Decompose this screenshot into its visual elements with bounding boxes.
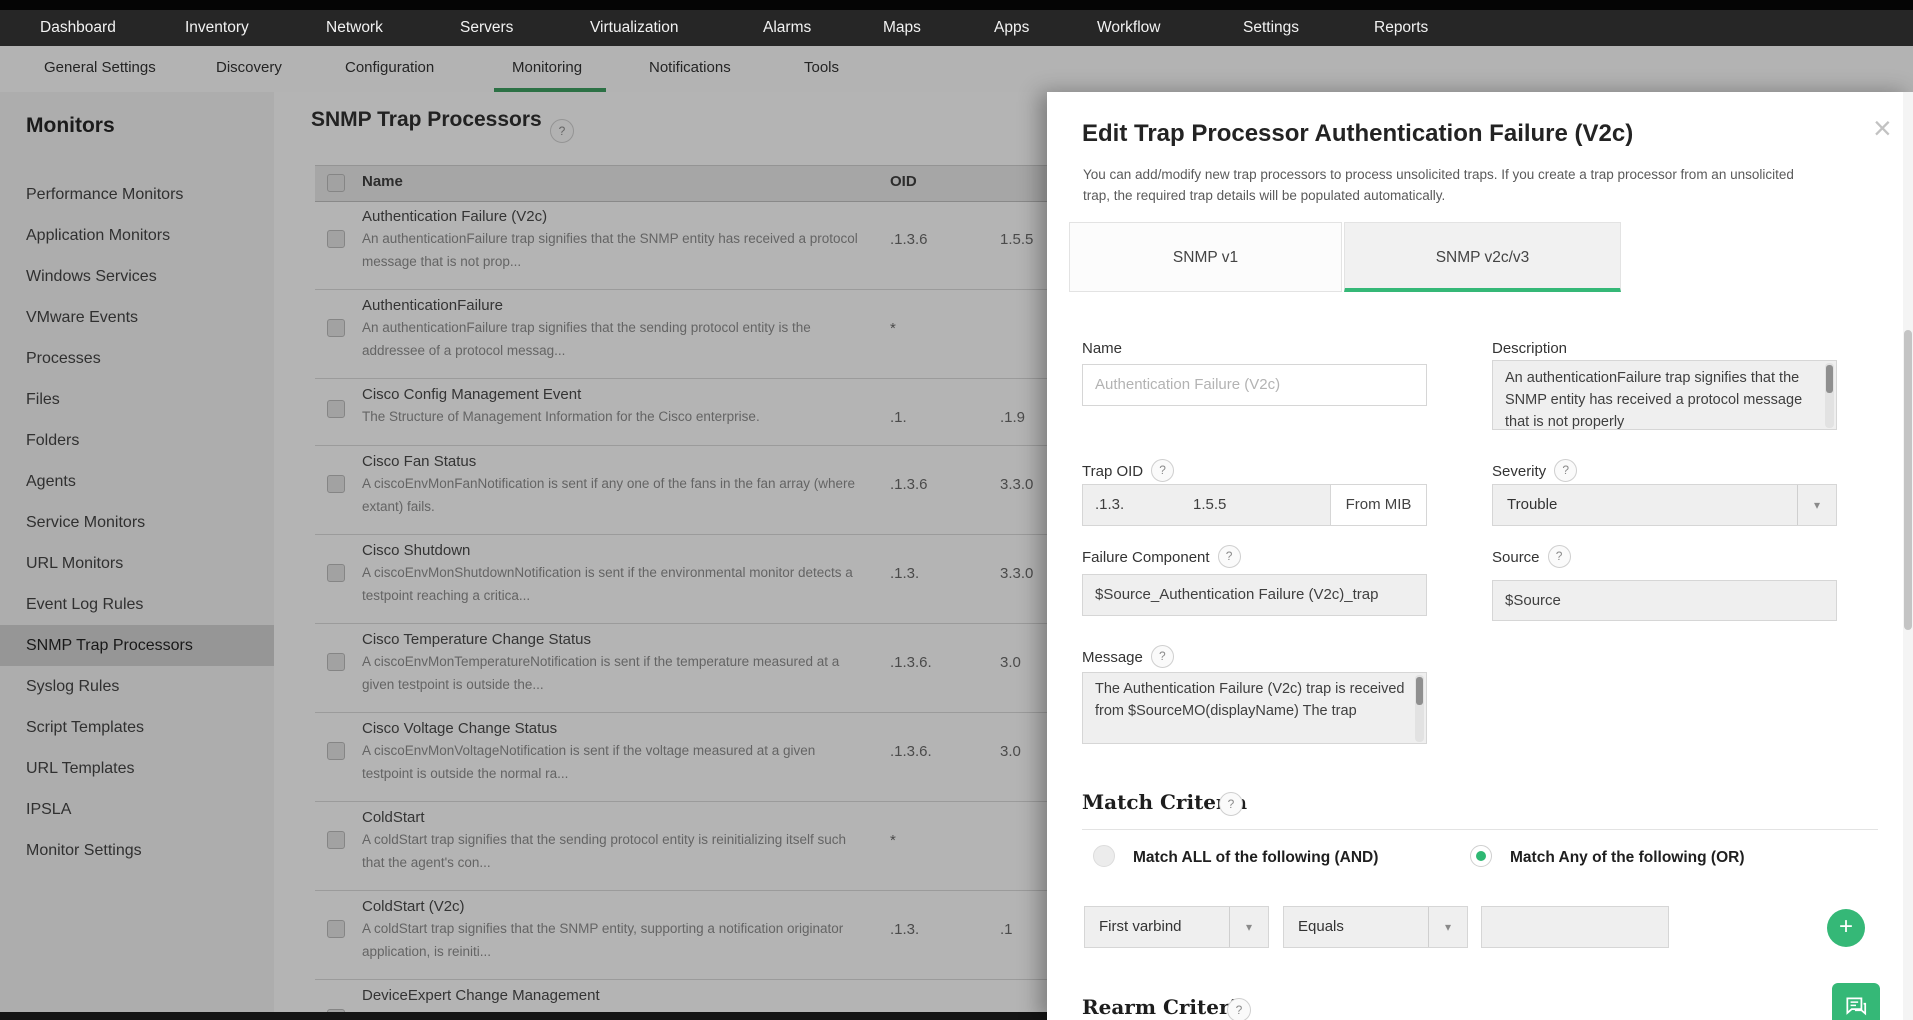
nav-item-network[interactable]: Network xyxy=(326,10,383,46)
add-criteria-button[interactable]: + xyxy=(1827,909,1865,947)
nav-item-alarms[interactable]: Alarms xyxy=(763,10,811,46)
varbind-value: First varbind xyxy=(1099,907,1182,947)
chat-bubbles-icon xyxy=(1843,994,1869,1020)
help-icon[interactable]: ? xyxy=(1554,459,1577,482)
trap-oid-label: Trap OID? xyxy=(1082,462,1174,482)
match-any-label[interactable]: Match Any of the following (OR) xyxy=(1510,849,1744,867)
nav-item-workflow[interactable]: Workflow xyxy=(1097,10,1160,46)
nav-item-inventory[interactable]: Inventory xyxy=(185,10,249,46)
match-all-radio[interactable] xyxy=(1093,845,1115,867)
help-icon[interactable]: ? xyxy=(1151,645,1174,668)
textarea-scrollbar-thumb[interactable] xyxy=(1416,677,1423,705)
message-textarea[interactable]: The Authentication Failure (V2c) trap is… xyxy=(1082,672,1427,744)
failure-component-input[interactable]: $Source_Authentication Failure (V2c)_tra… xyxy=(1082,574,1427,616)
panel-subtitle: You can add/modify new trap processors t… xyxy=(1083,164,1823,206)
close-icon[interactable]: × xyxy=(1873,110,1892,147)
chevron-down-icon[interactable]: ▾ xyxy=(1428,907,1467,947)
source-label-text: Source xyxy=(1492,549,1540,566)
help-icon[interactable]: ? xyxy=(1227,998,1251,1020)
failure-component-label: Failure Component? xyxy=(1082,548,1241,568)
bottom-edge-strip xyxy=(0,1012,1047,1020)
app-window: Dashboard Inventory Network Servers Virt… xyxy=(0,0,1913,1020)
source-input[interactable]: $Source xyxy=(1492,580,1837,621)
chevron-down-icon[interactable]: ▾ xyxy=(1229,907,1268,947)
chevron-down-icon[interactable]: ▾ xyxy=(1797,485,1836,525)
nav-item-dashboard[interactable]: Dashboard xyxy=(40,10,116,46)
help-icon[interactable]: ? xyxy=(1218,545,1241,568)
tab-snmp-v1[interactable]: SNMP v1 xyxy=(1069,222,1342,292)
panel-title: Edit Trap Processor Authentication Failu… xyxy=(1082,120,1633,148)
trap-oid-label-text: Trap OID xyxy=(1082,463,1143,480)
panel-scrollbar-thumb[interactable] xyxy=(1904,330,1912,630)
severity-dropdown[interactable]: Trouble ▾ xyxy=(1492,484,1837,526)
operator-dropdown[interactable]: Equals ▾ xyxy=(1283,906,1468,948)
match-any-radio[interactable] xyxy=(1470,845,1492,867)
criteria-value-input[interactable] xyxy=(1481,906,1669,948)
main-navbar: Dashboard Inventory Network Servers Virt… xyxy=(0,10,1913,46)
severity-value: Trouble xyxy=(1507,485,1557,525)
nav-item-reports[interactable]: Reports xyxy=(1374,10,1428,46)
textarea-scrollbar-thumb[interactable] xyxy=(1826,365,1833,393)
divider xyxy=(1082,829,1878,830)
help-icon[interactable]: ? xyxy=(1219,792,1243,816)
nav-item-servers[interactable]: Servers xyxy=(460,10,513,46)
operator-value: Equals xyxy=(1298,907,1344,947)
description-textarea[interactable]: An authenticationFailure trap signifies … xyxy=(1492,360,1837,430)
trap-oid-fragment: .1.3. xyxy=(1095,485,1124,525)
trap-oid-fragment: 1.5.5 xyxy=(1193,485,1226,525)
description-text: An authenticationFailure trap signifies … xyxy=(1505,370,1802,430)
nav-item-virtualization[interactable]: Virtualization xyxy=(590,10,678,46)
rearm-criteria-heading: Rearm Criteria xyxy=(1082,995,1250,1019)
match-all-label[interactable]: Match ALL of the following (AND) xyxy=(1133,849,1378,867)
failure-component-label-text: Failure Component xyxy=(1082,549,1210,566)
name-label: Name xyxy=(1082,340,1122,357)
feedback-button[interactable] xyxy=(1832,983,1880,1020)
nav-item-settings[interactable]: Settings xyxy=(1243,10,1299,46)
edit-trap-processor-panel: Edit Trap Processor Authentication Failu… xyxy=(1047,92,1913,1020)
severity-label: Severity? xyxy=(1492,462,1577,482)
from-mib-button[interactable]: From MIB xyxy=(1330,485,1426,525)
varbind-dropdown[interactable]: First varbind ▾ xyxy=(1084,906,1269,948)
message-label: Message? xyxy=(1082,648,1174,668)
help-icon[interactable]: ? xyxy=(1151,459,1174,482)
severity-label-text: Severity xyxy=(1492,463,1546,480)
nav-item-apps[interactable]: Apps xyxy=(994,10,1029,46)
nav-item-maps[interactable]: Maps xyxy=(883,10,921,46)
name-input[interactable]: Authentication Failure (V2c) xyxy=(1082,364,1427,406)
message-label-text: Message xyxy=(1082,649,1143,666)
browser-edge-strip xyxy=(0,0,1913,10)
trap-oid-input[interactable]: .1.3. 1.5.5 From MIB xyxy=(1082,484,1427,526)
message-text: The Authentication Failure (V2c) trap is… xyxy=(1095,681,1404,719)
panel-scrollbar[interactable] xyxy=(1903,92,1913,1020)
tab-snmp-v2c-v3[interactable]: SNMP v2c/v3 xyxy=(1344,222,1621,292)
help-icon[interactable]: ? xyxy=(1548,545,1571,568)
source-label: Source? xyxy=(1492,548,1571,568)
description-label: Description xyxy=(1492,340,1567,357)
